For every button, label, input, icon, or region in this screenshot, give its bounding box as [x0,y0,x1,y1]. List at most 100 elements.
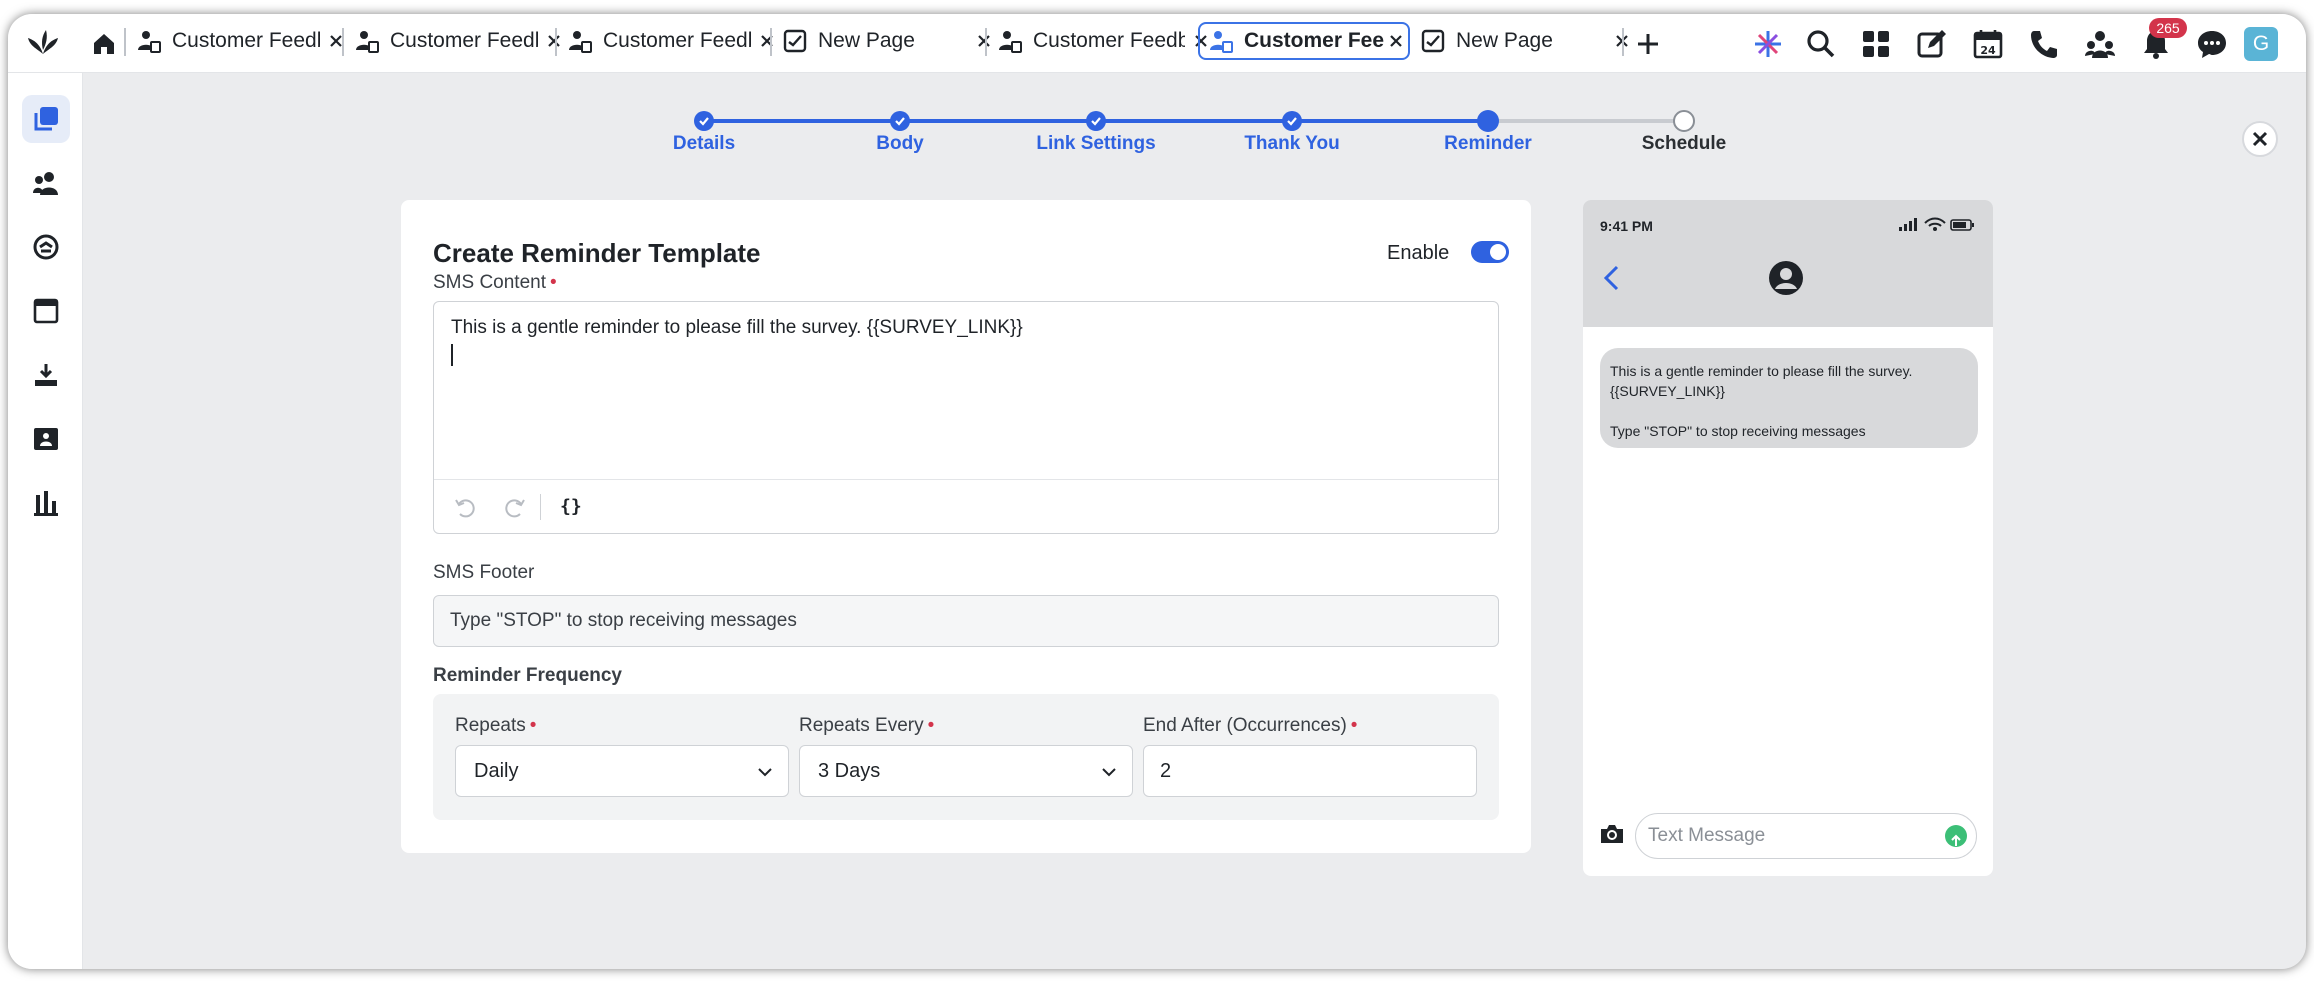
tab-label: Customer Feed [1244,29,1384,52]
survey-icon [1210,31,1233,53]
tab-new-page-2[interactable]: New Page [1412,22,1632,60]
sms-content-label-text: SMS Content [433,272,546,293]
sms-content-editor[interactable]: This is a gentle reminder to please fill… [433,301,1499,534]
app-window: Customer Feedback Customer Feedback Cust… [8,14,2306,969]
repeats-label: Repeats • [455,715,536,737]
notification-count-badge: 265 [2149,18,2187,38]
sms-phone-preview: 9:41 PM This is a gentle reminder to ple… [1583,200,1993,876]
repeats-label-text: Repeats [455,715,526,736]
end-after-input[interactable]: 2 [1143,745,1477,797]
step-label-thank-you[interactable]: Thank You [1244,133,1339,155]
tab-customer-feedback-active[interactable]: Customer Feed [1198,22,1410,60]
text-message-input[interactable]: Text Message [1635,813,1977,859]
apps-grid-icon[interactable] [1860,28,1892,60]
required-mark: • [927,715,935,736]
step-check-icon[interactable] [1282,111,1302,131]
contact-avatar-icon [1769,261,1803,295]
sidebar-item-audience[interactable] [22,159,70,207]
loop-icon [33,234,59,260]
insert-variable-button[interactable]: {} [560,496,582,517]
tab-label: Customer Feedback [390,29,538,52]
step-check-icon[interactable] [1086,111,1106,131]
back-chevron-icon[interactable] [1601,264,1621,292]
survey-icon [999,31,1022,53]
home-icon[interactable] [90,30,118,58]
sidebar-item-presentation[interactable] [22,415,70,463]
editor-toolbar: {} [434,479,1498,534]
tab-divider [770,28,772,56]
tab-customer-feedback-3[interactable]: Customer Feedback [559,22,777,60]
step-label-reminder[interactable]: Reminder [1444,133,1532,155]
sms-footer-input[interactable]: Type "STOP" to stop receiving messages [433,595,1499,647]
reminder-frequency-panel: Repeats • Daily Repeats Every • 3 Days End… [433,694,1499,820]
compose-icon[interactable] [1916,28,1948,60]
end-after-label: End After (Occurrences) • [1143,715,1357,737]
ai-sparkle-icon[interactable] [1752,28,1784,60]
required-mark: • [1350,715,1358,736]
tab-label: New Page [1456,29,1553,52]
chat-icon[interactable] [2196,28,2228,60]
search-icon[interactable] [1805,28,1837,60]
step-label-body[interactable]: Body [876,133,924,155]
survey-icon [569,31,592,53]
app-logo-icon[interactable] [26,28,60,58]
undo-icon[interactable] [454,496,478,520]
text-caret [451,344,453,366]
tab-divider [555,28,557,56]
step-pending-dot[interactable] [1673,110,1695,132]
close-icon [2252,131,2268,147]
sidebar-item-reports[interactable] [22,479,70,527]
step-current-dot[interactable] [1477,110,1499,132]
step-check-icon[interactable] [890,111,910,131]
sms-content-text[interactable]: This is a gentle reminder to please fill… [451,317,1023,339]
community-icon[interactable] [2084,28,2116,60]
enable-toggle[interactable] [1471,241,1509,263]
enable-label: Enable [1387,242,1450,264]
sidebar-item-surveys[interactable] [22,95,70,143]
phone-time: 9:41 PM [1600,218,1653,234]
new-tab-plus-icon[interactable] [1632,28,1664,60]
calendar-icon[interactable]: 24 [1972,28,2004,60]
step-label-schedule[interactable]: Schedule [1642,133,1726,155]
end-after-value: 2 [1160,760,1172,782]
svg-text:24: 24 [1980,44,1996,57]
sidebar-item-loop[interactable] [22,223,70,271]
step-label-details[interactable]: Details [673,133,735,155]
camera-icon[interactable] [1599,823,1625,845]
tab-customer-feedback-4[interactable]: Customer Feedback [989,22,1211,60]
repeats-every-value: 3 Days [818,760,881,782]
message-line-1: This is a gentle reminder to please fill… [1610,363,1913,379]
phone-icon[interactable] [2028,28,2060,60]
sidebar-item-download[interactable] [22,351,70,399]
repeats-every-select[interactable]: 3 Days [799,745,1133,797]
chevron-down-icon [1102,768,1116,777]
download-icon [35,364,57,386]
tab-customer-feedback-2[interactable]: Customer Feedback [346,22,564,60]
close-tab-icon[interactable] [1386,31,1406,51]
repeats-select[interactable]: Daily [455,745,789,797]
audience-icon [33,172,58,195]
text-message-placeholder: Text Message [1648,825,1766,846]
phone-status-icons [1899,217,1974,231]
toolbar-divider [540,494,541,520]
redo-icon[interactable] [502,496,526,520]
user-avatar[interactable]: G [2244,27,2278,61]
tab-new-page-1[interactable]: New Page [774,22,994,60]
surveys-icon [34,107,58,131]
send-icon[interactable] [1945,825,1967,847]
sms-message-bubble: This is a gentle reminder to please fill… [1600,348,1978,448]
page-icon [1421,29,1445,53]
tab-divider [1622,28,1624,56]
survey-icon [138,31,161,53]
step-check-icon[interactable] [694,111,714,131]
presentation-icon [34,428,58,450]
sidebar-item-window[interactable] [22,287,70,335]
card-title: Create Reminder Template [433,238,761,268]
survey-icon [356,31,379,53]
repeats-every-label: Repeats Every • [799,715,934,737]
tab-customer-feedback-1[interactable]: Customer Feedback [128,22,346,60]
close-wizard-button[interactable] [2242,121,2278,157]
repeats-value: Daily [474,760,519,782]
top-bar: Customer Feedback Customer Feedback Cust… [8,14,2306,73]
step-label-link-settings[interactable]: Link Settings [1036,133,1155,155]
